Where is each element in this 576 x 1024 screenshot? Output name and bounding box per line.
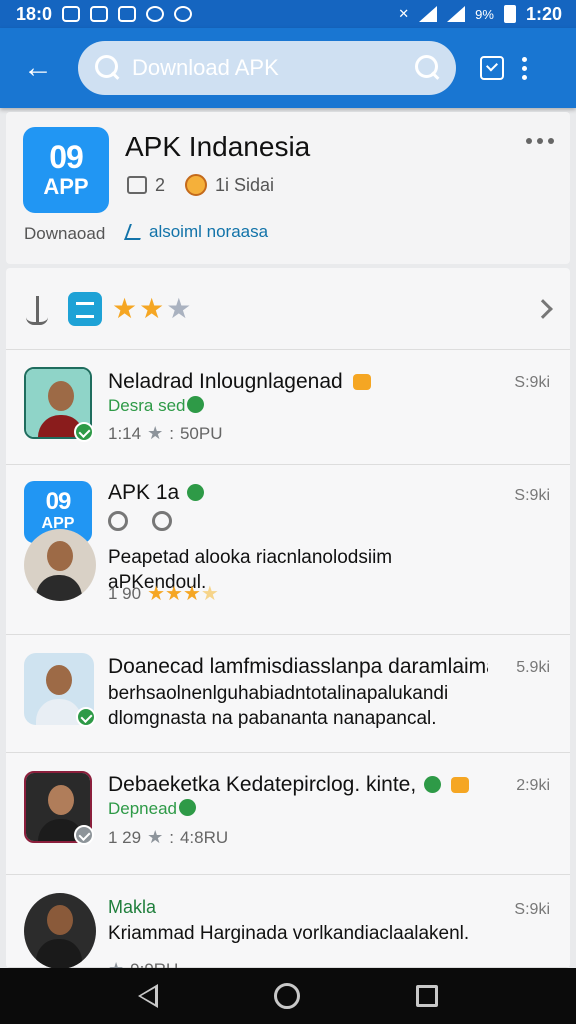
rating-stars: ★ ★ ★	[112, 292, 192, 324]
item-size: 2:9ki	[516, 777, 550, 794]
star-icon: ★	[166, 292, 192, 324]
reviews-panel: ★ ★ ★ Neladrad Inlougnlagenad Desra sed 1:…	[6, 268, 570, 968]
list-item[interactable]: Debaeketka Kedatepirclog. kinte, Depnead…	[6, 753, 570, 875]
likes-count: 2	[155, 174, 166, 195]
rating-summary-row[interactable]: ★ ★ ★	[6, 268, 570, 350]
item-size: 5.9ki	[516, 659, 550, 676]
app-icon[interactable]: 09 APP	[23, 127, 109, 213]
star-icon: ★	[147, 423, 164, 443]
nav-back-icon[interactable]	[138, 984, 158, 1008]
star-icon: ★	[112, 292, 138, 324]
star-icon: ★	[147, 827, 164, 847]
leaf-icon	[187, 396, 205, 413]
nav-home-icon[interactable]	[274, 983, 300, 1009]
star-icon: ★	[139, 292, 165, 324]
toolbar: ← Download APK	[0, 28, 576, 108]
wifi-icon	[419, 6, 438, 22]
thumbs-up-icon	[127, 176, 147, 194]
list-item[interactable]: Makla Kriammad Harginada vorlkandiaclaal…	[6, 875, 570, 968]
battery-icon	[503, 5, 516, 23]
app-icon-text: APP	[43, 174, 89, 199]
item-subtitle: Makla	[108, 897, 157, 917]
verified-badge-icon	[74, 825, 94, 845]
avatar	[24, 893, 96, 968]
status-left: 18:0	[16, 3, 193, 25]
folder-icon	[450, 777, 469, 793]
list-item[interactable]: Doanecad lamfmisdiasslanpa daramlaimai b…	[6, 635, 570, 753]
item-body: berhsaolnenlguhabiadntotalinapalukandi d…	[108, 683, 449, 729]
download-label[interactable]: Downaoad	[24, 224, 105, 244]
item-icons	[108, 511, 172, 531]
cell-signal-icon	[447, 6, 466, 22]
item-title: Neladrad Inlougnlagenad	[108, 370, 371, 394]
reply-icon	[108, 511, 128, 531]
verified-badge-icon	[74, 422, 94, 442]
badge-icon	[352, 374, 371, 390]
leaf-icon	[187, 484, 205, 501]
anchor-icon	[26, 294, 50, 325]
notification-icon	[146, 6, 165, 22]
emoji-icon	[185, 174, 208, 196]
search-icon	[94, 54, 122, 82]
item-title: Debaeketka Kedatepirclog. kinte,	[108, 773, 469, 797]
status-time-right: 1:20	[525, 3, 562, 24]
app-icon-text: 09	[49, 139, 84, 175]
developer-name: alsoiml noraasa	[149, 222, 269, 241]
notification-icon	[90, 6, 109, 22]
item-subtitle: Depnead	[108, 799, 197, 819]
star-icon: ★	[147, 583, 166, 605]
item-meta: 1:14 ★:50PU	[108, 423, 223, 443]
battery-percent: 9%	[475, 6, 494, 22]
leaf-icon	[179, 799, 197, 816]
item-meta: 1 29 ★:4:8RU	[108, 827, 229, 847]
vibrate-icon: ✕	[398, 6, 410, 21]
item-meta: 1 90 ★★★★	[108, 581, 219, 606]
item-title: APK 1a	[108, 481, 205, 505]
back-arrow-icon[interactable]: ←	[18, 48, 58, 88]
notification-icon	[62, 6, 81, 22]
item-stars: ★★★★	[147, 581, 219, 606]
overflow-menu-icon[interactable]	[522, 56, 527, 80]
star-icon: ★	[108, 959, 124, 968]
developer-link[interactable]: alsoiml noraasa	[124, 222, 269, 242]
chevron-right-icon[interactable]	[533, 298, 553, 319]
item-title: Doanecad lamfmisdiasslanpa daramlaimai	[108, 655, 488, 678]
list-item[interactable]: 09 APP APK 1a Peapetad alooka riacnlanol…	[6, 465, 570, 635]
leaf-icon	[424, 776, 442, 793]
app-meta: 2 1i Sidai	[127, 174, 274, 196]
item-size: S:9ki	[514, 374, 550, 391]
item-size: S:9ki	[514, 487, 550, 504]
list-item[interactable]: Neladrad Inlougnlagenad Desra sed 1:14 ★:…	[6, 350, 570, 465]
notification-icon	[174, 6, 193, 22]
more-options-icon[interactable]	[526, 138, 554, 144]
notification-icon	[118, 6, 137, 22]
save-to-list-button[interactable]	[474, 50, 510, 86]
save-icon	[480, 56, 504, 80]
status-bar: 18:0 ✕ 9% 1:20	[0, 0, 576, 28]
item-body: Kriammad Harginada vorlkandiaclaalakenl.	[108, 923, 470, 944]
app-title: APK Indanesia	[125, 131, 311, 162]
status-right: ✕ 9% 1:20	[398, 4, 562, 25]
status-time-left: 18:0	[16, 3, 53, 24]
nav-recents-icon[interactable]	[416, 985, 438, 1007]
star-icon: ★	[165, 583, 183, 605]
search-input[interactable]: Download APK	[132, 55, 414, 81]
star-icon: ★	[200, 583, 219, 605]
avatar	[24, 529, 96, 601]
item-subtitle: Desra sed	[108, 396, 205, 416]
developer-icon	[124, 224, 146, 240]
verified-badge-icon	[76, 707, 96, 727]
item-meta: ★9:9RU	[108, 959, 178, 968]
chat-icon	[68, 291, 102, 326]
search-submit-icon[interactable]	[414, 54, 442, 82]
item-size: S:9ki	[514, 901, 550, 918]
star-icon: ★	[182, 583, 201, 605]
app-header-card: 09 APP APK Indanesia 2 1i Sidai Downaoad…	[6, 112, 570, 264]
search-bar[interactable]: Download APK	[78, 41, 456, 95]
system-nav-bar	[0, 968, 576, 1024]
face-icon	[152, 511, 172, 531]
app-meta-text: 1i Sidai	[215, 174, 275, 195]
